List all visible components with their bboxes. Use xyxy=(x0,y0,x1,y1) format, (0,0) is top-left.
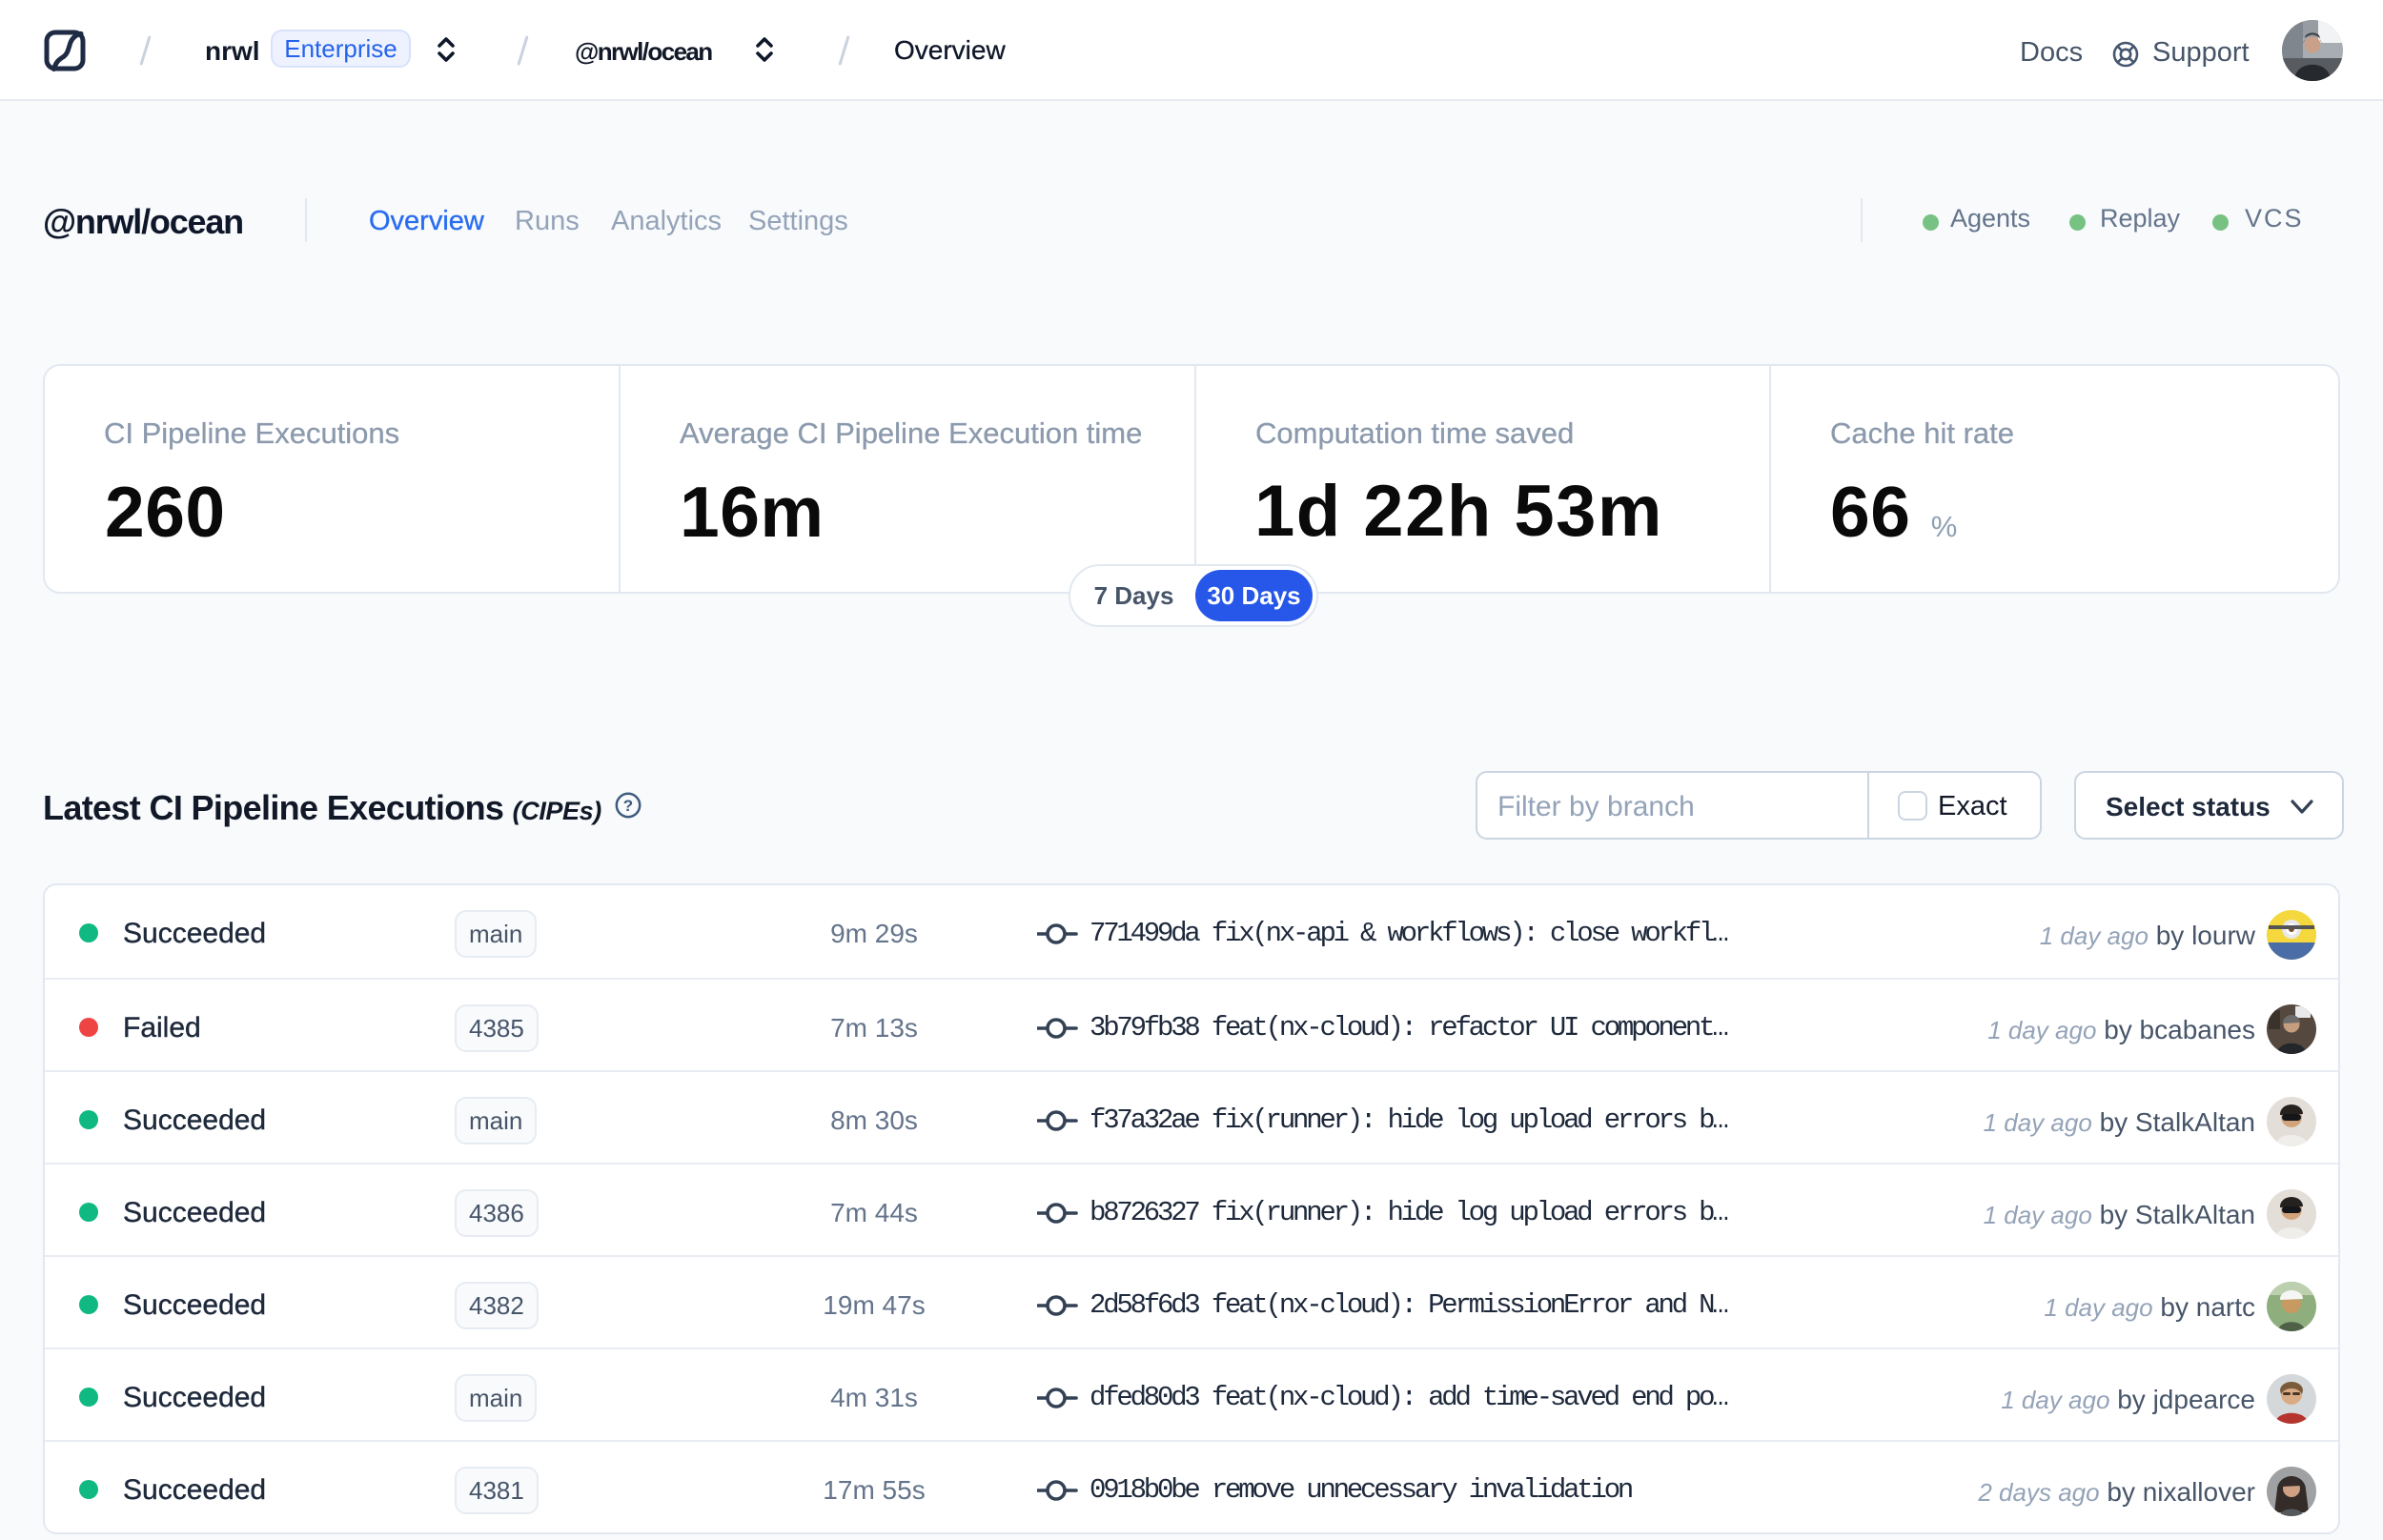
svg-text:?: ? xyxy=(623,797,633,815)
